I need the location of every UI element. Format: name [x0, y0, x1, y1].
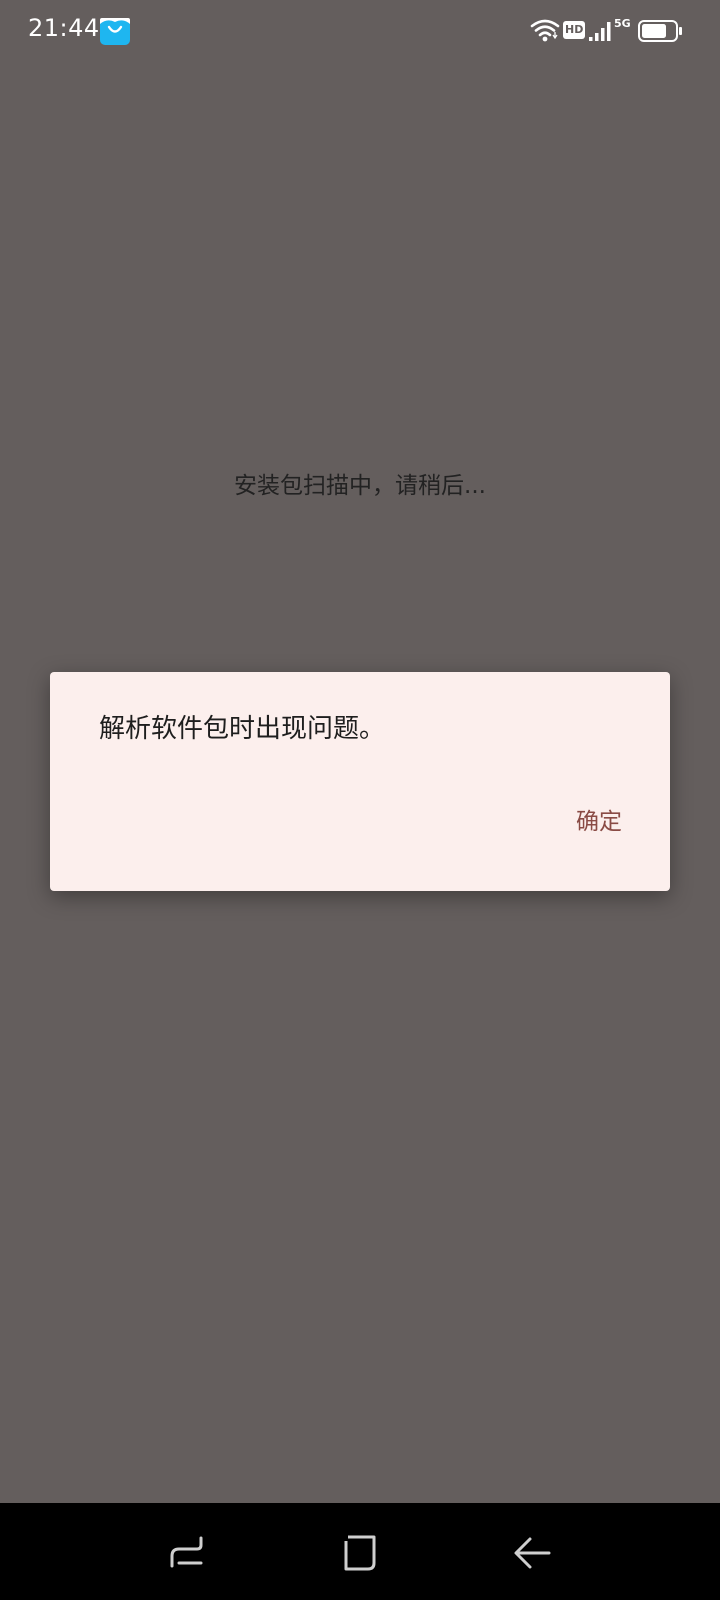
navigation-bar	[0, 1503, 720, 1600]
home-button[interactable]	[338, 1531, 382, 1575]
scan-status-message: 安装包扫描中，请稍后...	[234, 473, 486, 499]
back-button[interactable]	[511, 1531, 555, 1575]
confirm-button[interactable]: 确定	[576, 802, 622, 836]
status-indicators: HD 5G	[520, 16, 720, 46]
wifi-icon	[530, 19, 560, 42]
network-label: 5G	[614, 17, 631, 30]
shopping-bag-icon	[99, 14, 131, 46]
error-dialog: 解析软件包时出现问题。 确定	[50, 672, 670, 891]
back-icon	[514, 1537, 551, 1569]
dialog-message: 解析软件包时出现问题。	[99, 714, 386, 744]
home-icon	[340, 1533, 376, 1571]
recent-apps-button[interactable]	[165, 1531, 209, 1575]
battery-icon	[638, 20, 682, 42]
recent-apps-icon	[170, 1536, 203, 1568]
status-time: 21:44	[28, 14, 100, 42]
hd-label: HD	[565, 23, 584, 36]
signal-5g-icon	[589, 22, 611, 41]
status-bar: 21:44 HD 5G	[0, 0, 720, 62]
